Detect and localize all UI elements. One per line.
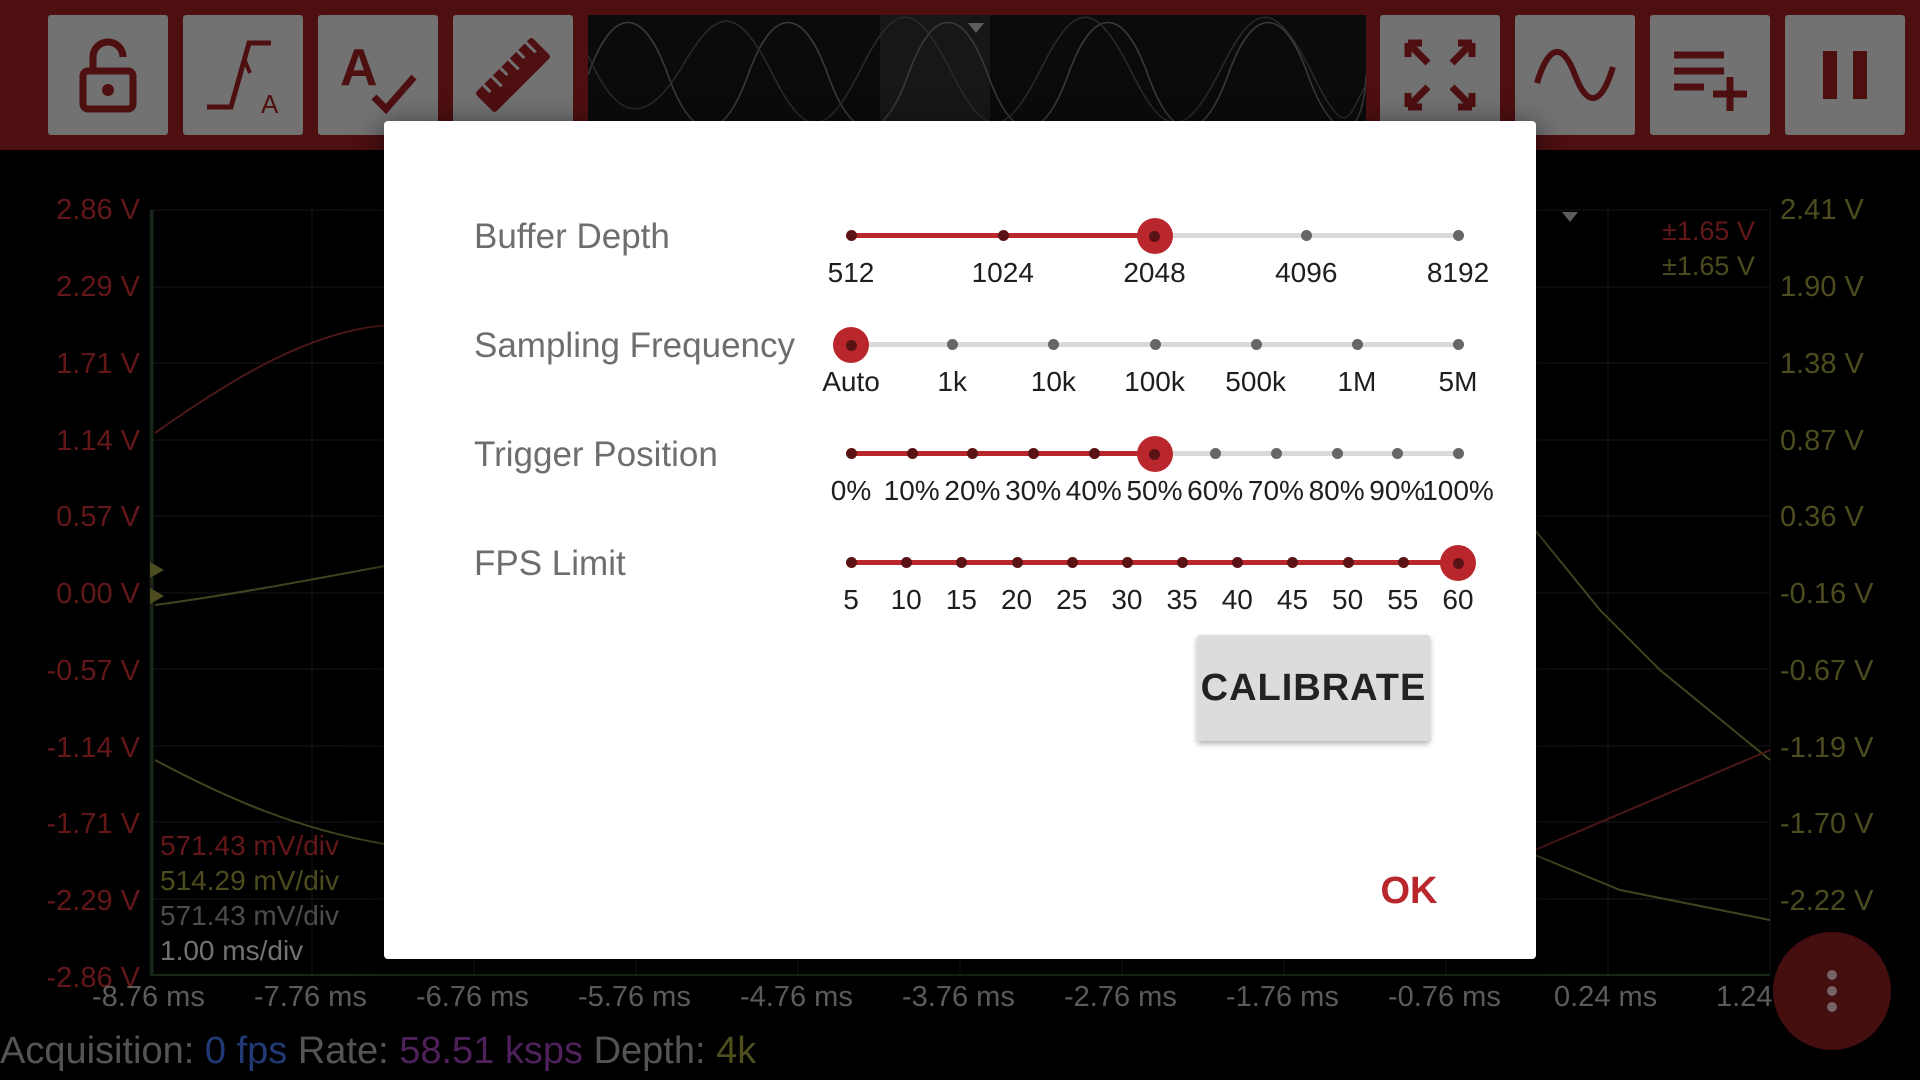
slider-tick	[846, 448, 857, 459]
slider-thumb[interactable]	[1136, 436, 1173, 472]
slider-tick	[1397, 557, 1409, 568]
slider-fill	[851, 560, 1458, 565]
slider-tick	[901, 557, 913, 568]
sampling-frequency-slider[interactable]: Auto 1k 10k 100k 500k 1M 5M	[822, 326, 1477, 406]
slider-tick	[1301, 230, 1313, 241]
buffer-depth-slider[interactable]: 512 1024 2048 4096 8192	[828, 217, 1489, 297]
slider-tick-label: 4096	[1275, 257, 1338, 288]
slider-tick	[1453, 448, 1464, 459]
sampling-frequency-label: Sampling Frequency	[474, 326, 795, 365]
slider-tick	[1048, 339, 1060, 350]
slider-tick-label: 1M	[1337, 366, 1377, 397]
slider-tick-label: 0%	[830, 475, 872, 506]
slider-tick-label: 1024	[971, 257, 1034, 288]
slider-tick	[846, 557, 857, 568]
slider-tick-label: 15	[945, 584, 977, 615]
slider-tick	[1287, 557, 1299, 568]
fps-limit-slider[interactable]: 5 10 15 20 25 30 35 40 45 50 55 60	[843, 544, 1476, 624]
slider-tick-label: 8192	[1426, 257, 1490, 288]
slider-tick-label: Auto	[822, 366, 880, 397]
slider-tick-label: 2048	[1123, 257, 1186, 288]
slider-tick	[1177, 557, 1189, 568]
slider-tick-label: 5M	[1438, 366, 1478, 397]
slider-tick-label: 80%	[1308, 475, 1365, 506]
calibrate-button[interactable]: CALIBRATE	[1197, 635, 1430, 741]
slider-tick-label: 30	[1111, 584, 1143, 615]
slider-tick	[1351, 339, 1363, 350]
slider-tick-label: 50	[1332, 584, 1364, 615]
slider-tick	[1342, 557, 1354, 568]
slider-tick	[1121, 557, 1133, 568]
slider-tick-label: 70%	[1247, 475, 1304, 506]
slider-tick-label: 20%	[944, 475, 1001, 506]
slider-tick-label: 100%	[1422, 475, 1494, 506]
slider-tick-label: 90%	[1369, 475, 1426, 506]
slider-tick-label: 40	[1221, 584, 1253, 615]
slider-tick	[967, 448, 979, 459]
slider-tick-label: 40%	[1065, 475, 1122, 506]
slider-tick	[956, 557, 968, 568]
slider-tick	[1011, 557, 1023, 568]
trigger-position-slider[interactable]: 0% 10% 20% 30% 40% 50% 60% 70% 80% 90% 100%	[831, 435, 1494, 515]
slider-tick-label: 60%	[1187, 475, 1244, 506]
slider-tick-label: 20	[1000, 584, 1033, 615]
slider-tick	[1331, 448, 1343, 459]
slider-tick	[1250, 339, 1262, 350]
slider-tick	[1232, 557, 1244, 568]
slider-tick	[1066, 557, 1078, 568]
slider-thumb[interactable]	[1440, 545, 1476, 581]
slider-tick-label: 5	[843, 584, 859, 615]
slider-tick	[1270, 448, 1282, 459]
slider-tick-label: 50%	[1126, 475, 1183, 506]
slider-tick-label: 35	[1166, 584, 1198, 615]
buffer-depth-label: Buffer Depth	[474, 217, 670, 256]
slider-tick	[947, 339, 959, 350]
slider-tick-label: 500k	[1225, 366, 1287, 397]
slider-tick-label: 1k	[937, 366, 967, 397]
slider-tick-label: 25	[1056, 584, 1088, 615]
slider-thumb[interactable]	[833, 327, 869, 363]
slider-tick-label: 10	[890, 584, 922, 615]
slider-tick-label: 512	[827, 257, 875, 288]
slider-tick	[1392, 448, 1404, 459]
slider-tick-label: 45	[1276, 584, 1309, 615]
slider-tick	[1088, 448, 1100, 459]
slider-tick-label: 10%	[883, 475, 940, 506]
trigger-position-label: Trigger Position	[474, 435, 718, 474]
ok-button[interactable]: OK	[1354, 856, 1464, 926]
slider-tick	[1149, 339, 1161, 350]
slider-tick	[1028, 448, 1040, 459]
slider-tick-label: 60	[1442, 584, 1474, 615]
acquisition-settings-dialog: Buffer Depth 512 1024 2048 4096 8192 Samplin…	[384, 121, 1536, 959]
slider-thumb[interactable]	[1136, 218, 1173, 254]
slider-tick	[997, 230, 1009, 241]
slider-tick-label: 55	[1387, 584, 1419, 615]
slider-tick	[906, 448, 918, 459]
slider-tick-label: 100k	[1124, 366, 1185, 397]
fps-limit-label: FPS Limit	[474, 544, 626, 583]
slider-tick-label: 30%	[1005, 475, 1062, 506]
slider-tick	[1210, 448, 1222, 459]
slider-tick	[1453, 339, 1464, 350]
slider-tick	[846, 230, 857, 241]
slider-tick-label: 10k	[1030, 366, 1076, 397]
slider-fill	[851, 451, 1155, 456]
slider-tick	[1453, 230, 1464, 241]
